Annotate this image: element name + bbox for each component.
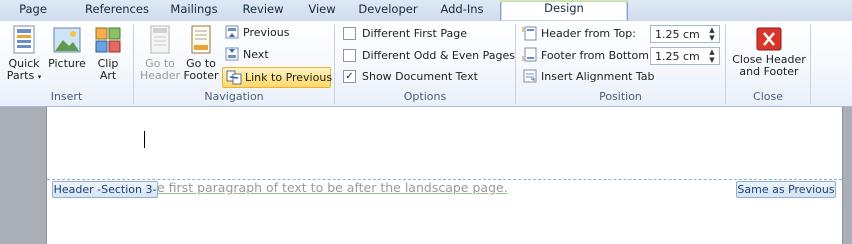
ribbon-tab-bar: Page Layout References Mailings Review V… xyxy=(0,0,852,35)
document-body-text[interactable]: e first paragraph of text to be after th… xyxy=(157,180,508,195)
header-from-top-value: 1.25 cm xyxy=(655,28,700,41)
header-from-top-icon xyxy=(522,25,538,41)
link-icon xyxy=(226,69,242,85)
different-first-page-option[interactable]: Different First Page xyxy=(343,24,467,44)
tab-developer[interactable]: Developer xyxy=(352,0,424,20)
group-options: Different First Page Different Odd & Eve… xyxy=(335,21,515,106)
spinner-arrows-icon[interactable]: ▲ ▼ xyxy=(707,48,717,64)
link-to-previous-label: Link to Previous xyxy=(245,71,333,84)
tab-view[interactable]: View xyxy=(300,0,344,20)
tab-references[interactable]: References xyxy=(80,0,154,20)
group-position: Header from Top: 1.25 cm ▲ ▼ Footer from … xyxy=(516,21,725,106)
group-divider xyxy=(810,24,811,104)
text-cursor xyxy=(144,131,145,148)
insert-alignment-tab-button[interactable]: Insert Alignment Tab xyxy=(522,67,655,87)
group-label-insert: Insert xyxy=(50,90,83,103)
tab-add-ins[interactable]: Add-Ins xyxy=(432,0,492,20)
group-insert: Quick Parts ▾ Picture Clip Art Insert xyxy=(0,21,133,106)
header-section-label: Header -Section 3- xyxy=(53,183,157,196)
next-button[interactable]: Next xyxy=(224,45,269,65)
document-page[interactable] xyxy=(47,107,842,244)
header-from-top-label: Header from Top: xyxy=(541,27,636,40)
go-to-header-button[interactable]: Go to Header xyxy=(140,25,180,82)
group-label-navigation: Navigation xyxy=(204,90,264,103)
group-navigation: Go to Header Go to Footer Previous Next … xyxy=(134,21,334,106)
ribbon: Quick Parts ▾ Picture Clip Art Insert Go… xyxy=(0,21,852,107)
tab-mailings[interactable]: Mailings xyxy=(164,0,224,20)
go-to-header-icon xyxy=(148,25,172,55)
show-document-text-option[interactable]: ✓ Show Document Text xyxy=(343,67,478,87)
different-odd-even-option[interactable]: Different Odd & Even Pages xyxy=(343,46,515,66)
same-as-previous-tag: Same as Previous xyxy=(736,181,836,198)
different-odd-even-label: Different Odd & Even Pages xyxy=(362,49,515,62)
next-section-icon xyxy=(224,46,240,62)
body-text-content: e first paragraph of text to be after th… xyxy=(157,180,508,195)
go-to-header-label-2: Header xyxy=(140,69,181,82)
picture-button[interactable]: Picture xyxy=(47,25,87,70)
show-document-text-label: Show Document Text xyxy=(362,70,478,83)
previous-label: Previous xyxy=(243,26,290,39)
go-to-footer-label-2: Footer xyxy=(183,69,219,82)
group-label-options: Options xyxy=(403,90,447,103)
footer-from-bottom-spinner[interactable]: 1.25 cm ▲ ▼ xyxy=(650,47,720,65)
header-section-tag: Header -Section 3- xyxy=(52,181,158,198)
previous-section-icon xyxy=(224,24,240,40)
footer-from-bottom-icon xyxy=(522,47,538,63)
go-to-footer-button[interactable]: Go to Footer xyxy=(182,25,220,82)
group-label-position: Position xyxy=(599,90,642,103)
footer-from-bottom-label: Footer from Bottom: xyxy=(541,49,653,62)
alignment-tab-icon xyxy=(522,68,538,84)
different-odd-even-checkbox[interactable] xyxy=(343,48,356,62)
header-from-top-label-row: Header from Top: xyxy=(522,24,636,44)
tab-page-layout[interactable]: Page Layout xyxy=(0,0,66,35)
insert-alignment-tab-label: Insert Alignment Tab xyxy=(541,70,655,83)
footer-from-bottom-value: 1.25 cm xyxy=(655,50,700,63)
different-first-page-label: Different First Page xyxy=(362,27,467,40)
close-header-footer-button[interactable]: Close Header and Footer xyxy=(730,27,808,78)
tab-design[interactable]: Design xyxy=(500,0,628,21)
close-icon xyxy=(756,27,782,51)
show-document-text-checkbox[interactable]: ✓ xyxy=(343,69,356,83)
previous-button[interactable]: Previous xyxy=(224,23,290,43)
same-as-previous-label: Same as Previous xyxy=(737,183,835,196)
chevron-down-icon: ▾ xyxy=(37,73,42,81)
group-close: Close Header and Footer Close xyxy=(726,21,810,106)
clip-art-icon xyxy=(95,25,121,55)
footer-from-bottom-label-row: Footer from Bottom: xyxy=(522,46,653,66)
close-header-footer-label-2: and Footer xyxy=(739,65,799,78)
next-label: Next xyxy=(243,48,269,61)
quick-parts-button[interactable]: Quick Parts ▾ xyxy=(6,25,42,83)
tab-design-label: Design xyxy=(544,1,584,15)
clip-art-button[interactable]: Clip Art xyxy=(92,25,124,82)
picture-icon xyxy=(52,25,82,55)
tab-review[interactable]: Review xyxy=(238,0,288,20)
go-to-footer-icon xyxy=(189,25,213,55)
different-first-page-checkbox[interactable] xyxy=(343,26,356,40)
clip-art-label-2: Art xyxy=(99,69,117,82)
picture-label: Picture xyxy=(48,57,86,70)
group-label-close: Close xyxy=(753,90,783,103)
quick-parts-label-2: Parts xyxy=(6,69,35,82)
header-from-top-spinner[interactable]: 1.25 cm ▲ ▼ xyxy=(650,25,720,43)
link-to-previous-button[interactable]: Link to Previous xyxy=(222,67,333,88)
quick-parts-icon xyxy=(12,25,36,55)
spinner-arrows-icon[interactable]: ▲ ▼ xyxy=(707,26,717,42)
